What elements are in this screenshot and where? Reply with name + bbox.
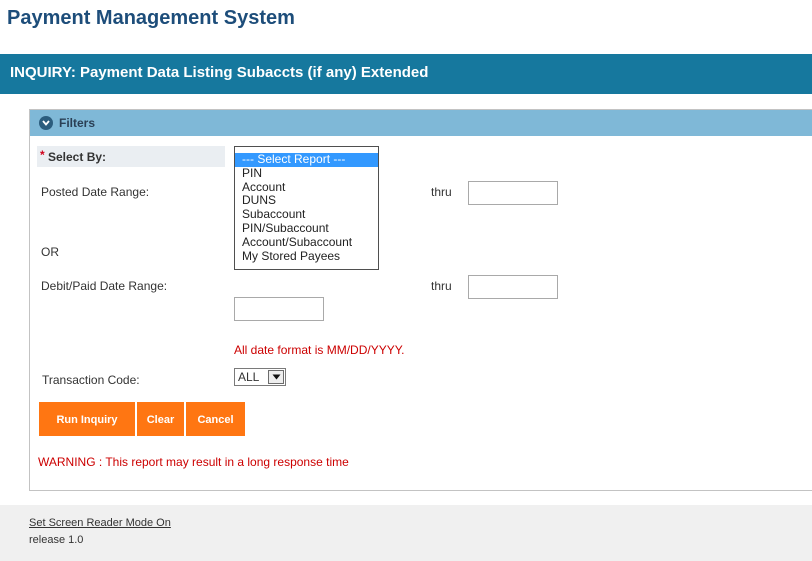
posted-thru-label: thru (431, 185, 452, 199)
select-by-option[interactable]: Subaccount (235, 207, 378, 222)
cancel-button[interactable]: Cancel (186, 402, 245, 436)
screen-reader-mode-link[interactable]: Set Screen Reader Mode On (29, 517, 171, 529)
select-by-option[interactable]: PIN/Subaccount (235, 221, 378, 236)
filters-toggle-bar[interactable]: Filters (30, 110, 812, 136)
posted-date-range-label: Posted Date Range: (41, 185, 150, 199)
or-label: OR (41, 245, 59, 259)
debit-thru-label: thru (431, 279, 452, 293)
page-header-bar: INQUIRY: Payment Data Listing Subaccts (… (0, 54, 812, 94)
release-version: release 1.0 (29, 534, 84, 546)
page-title: INQUIRY: Payment Data Listing Subaccts (… (10, 64, 429, 81)
select-by-option[interactable]: Account (235, 180, 378, 195)
dropdown-arrow-icon[interactable] (268, 370, 284, 384)
long-response-warning: WARNING : This report may result in a lo… (38, 455, 349, 469)
debit-paid-date-from-input[interactable] (234, 297, 324, 321)
transaction-code-label: Transaction Code: (42, 373, 140, 387)
app-title: Payment Management System (7, 7, 295, 29)
posted-date-to-input[interactable] (468, 181, 558, 205)
run-inquiry-button[interactable]: Run Inquiry (39, 402, 135, 436)
select-by-option[interactable]: DUNS (235, 194, 378, 208)
select-by-option[interactable]: Account/Subaccount (235, 235, 378, 250)
footer: Set Screen Reader Mode On release 1.0 (0, 505, 812, 561)
filter-panel: Filters * Select By: --- Select Report -… (29, 109, 812, 491)
filters-label: Filters (59, 116, 96, 130)
required-marker: * (40, 148, 45, 162)
debit-paid-date-range-label: Debit/Paid Date Range: (41, 279, 168, 293)
date-format-note: All date format is MM/DD/YYYY. (234, 343, 405, 357)
chevron-down-icon[interactable] (39, 116, 53, 130)
debit-paid-date-to-input[interactable] (468, 275, 558, 299)
select-by-option[interactable]: My Stored Payees (235, 249, 378, 264)
transaction-code-select[interactable]: ALL (234, 368, 286, 386)
transaction-code-value: ALL (238, 370, 260, 384)
select-by-option[interactable]: --- Select Report --- (235, 152, 378, 167)
select-by-label: Select By: (48, 150, 107, 164)
select-by-listbox[interactable]: --- Select Report --- PIN Account DUNS Subac… (234, 146, 379, 270)
clear-button[interactable]: Clear (137, 402, 184, 436)
select-by-option[interactable]: PIN (235, 166, 378, 181)
